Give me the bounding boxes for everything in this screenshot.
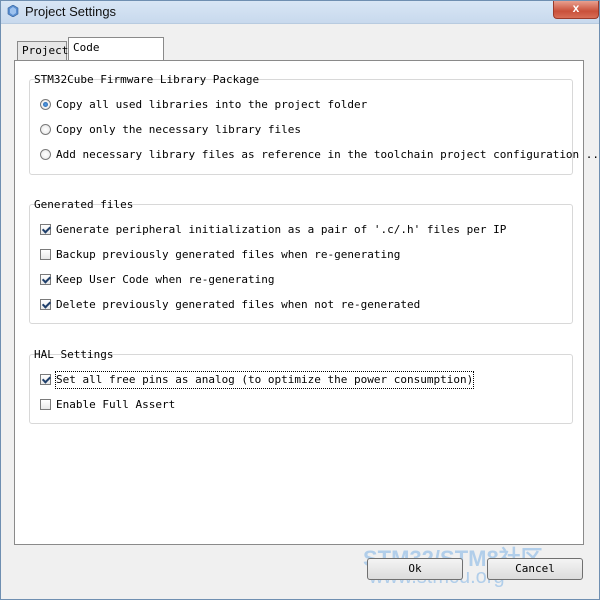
checkbox[interactable] [40,374,51,385]
group-frame [29,354,573,424]
window-title: Project Settings [25,4,117,19]
option-label: Delete previously generated files when n… [56,298,421,311]
title-bar[interactable]: Project Settings x [1,1,599,24]
app-icon [7,5,19,17]
ok-button[interactable]: Ok [367,558,463,580]
firmware-package-group: STM32Cube Firmware Library Package Copy … [29,71,600,175]
close-icon: x [572,1,580,15]
project-settings-window: Project Settings x Project Code Generato… [0,0,600,600]
checkbox[interactable] [40,399,51,410]
checkbox[interactable] [40,249,51,260]
tab-project[interactable]: Project [17,41,68,61]
checkbox[interactable] [40,299,51,310]
radio-button[interactable] [40,99,51,110]
checkbox[interactable] [40,224,51,235]
option-label: Generate peripheral initialization as a … [56,223,507,236]
option-label: Keep User Code when re-generating [56,273,275,286]
option-label: Copy all used libraries into the project… [56,98,368,111]
tab-code-generator[interactable]: Code Generator [68,37,164,74]
group-title: Generated files [34,198,134,211]
radio-button[interactable] [40,124,51,135]
option-label: Enable Full Assert [56,398,176,411]
radio-button[interactable] [40,149,51,160]
group-title: STM32Cube Firmware Library Package [34,73,260,86]
option-label: Add necessary library files as reference… [56,148,600,161]
generated-files-group: Generated files Generate peripheral init… [29,196,573,324]
option-label: Backup previously generated files when r… [56,248,401,261]
close-button[interactable]: x [553,1,599,19]
checkbox[interactable] [40,274,51,285]
option-label: Copy only the necessary library files [56,123,302,136]
hal-settings-group: HAL Settings Set all free pins as analog… [29,346,573,424]
cancel-button[interactable]: Cancel [487,558,583,580]
option-label: Set all free pins as analog (to optimize… [54,371,475,389]
group-title: HAL Settings [34,348,114,361]
